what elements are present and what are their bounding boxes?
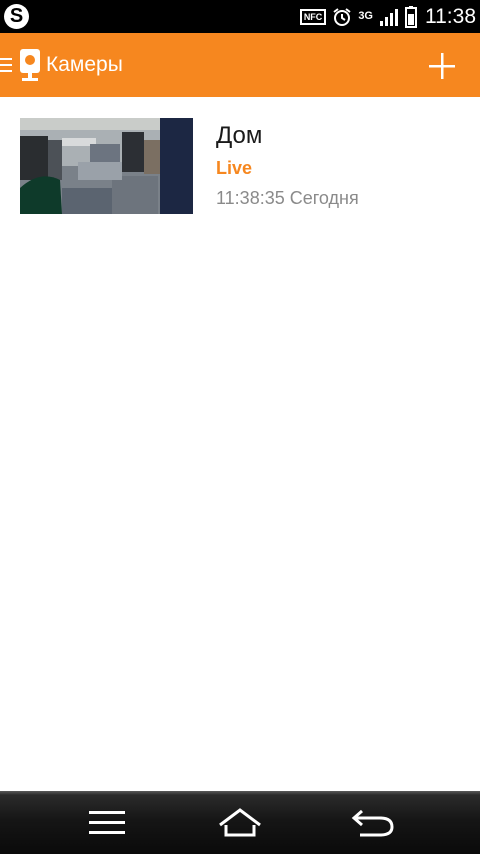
battery-icon [405,5,417,28]
camera-status: Live [216,158,253,178]
camera-name: Дом [216,122,263,149]
status-bar: S NFC 3G 11:38 [0,0,480,33]
3g-icon: 3G [358,10,373,22]
add-icon[interactable] [428,52,456,80]
camera-preview-thumbnail[interactable] [20,118,193,214]
camera-timestamp: 11:38:35 Сегодня [216,188,359,208]
alarm-icon [333,7,351,26]
navigation-bar [0,791,480,854]
camera-preview-image [20,118,193,214]
menu-icon[interactable] [0,56,12,74]
home-icon[interactable] [216,805,264,841]
skype-icon: S [4,4,29,29]
status-time: 11:38 [425,4,476,28]
signal-icon [380,8,398,26]
action-bar: Камеры [0,33,480,97]
camera-logo-icon[interactable] [18,47,42,83]
status-icons: NFC 3G 11:38 [299,0,476,33]
page-title: Камеры [46,53,123,76]
menu-icon[interactable] [83,805,131,841]
nfc-icon: NFC [299,8,327,25]
back-icon[interactable] [350,805,398,841]
